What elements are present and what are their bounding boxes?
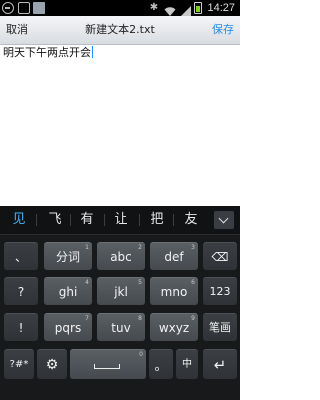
editor-text: 明天下午两点开会 [3, 46, 91, 59]
bluetooth-icon: ✱ [149, 2, 159, 13]
key-wxyz[interactable]: wxyz 9 [150, 313, 198, 341]
cancel-button[interactable]: 取消 [6, 16, 28, 44]
key-label: ↵ [213, 356, 227, 374]
key-number: 1 [85, 244, 89, 251]
key-ghi[interactable]: ghi 4 [44, 277, 92, 305]
key-number: 7 [85, 315, 89, 322]
signal-icon [180, 2, 192, 16]
candidate-word[interactable]: 有 [76, 206, 98, 234]
save-button[interactable]: 保存 [212, 16, 234, 44]
candidate-word[interactable]: 让 [110, 206, 132, 234]
key-def[interactable]: def 3 [150, 242, 198, 270]
gear-icon[interactable]: ⚙ [37, 349, 67, 379]
chevron-down-icon[interactable] [214, 211, 234, 229]
enter-icon[interactable]: ↵ [203, 349, 237, 379]
key-number: 3 [191, 244, 195, 251]
candidate-divider [173, 214, 174, 226]
key-period[interactable]: 。 [149, 349, 173, 379]
key-label: ! [18, 321, 24, 335]
candidate-divider [36, 214, 37, 226]
key-label: ⌫ [211, 250, 229, 264]
status-time: 14:27 [207, 2, 235, 14]
key-number-mode[interactable]: 123 [203, 277, 237, 305]
key-label: 、 [14, 250, 27, 264]
key-label: 。 [154, 359, 168, 374]
key-exclamation[interactable]: ! [4, 313, 38, 341]
key-number: 4 [85, 279, 89, 286]
text-caret [92, 46, 93, 58]
space-icon [94, 364, 120, 369]
key-label: 笔画 [209, 321, 231, 334]
candidate-word[interactable]: 见 [8, 206, 30, 234]
key-number: 0 [139, 351, 143, 358]
candidate-word[interactable]: 把 [146, 206, 168, 234]
key-mno[interactable]: mno 6 [150, 277, 198, 305]
key-segment[interactable]: 分词 1 [44, 242, 92, 270]
key-label: 中 [182, 359, 192, 370]
image-icon [33, 2, 45, 14]
key-question[interactable]: ? [4, 277, 38, 305]
key-tuv[interactable]: tuv 8 [97, 313, 145, 341]
key-number: 6 [191, 279, 195, 286]
notification-icon [2, 2, 14, 14]
key-abc[interactable]: abc 2 [97, 242, 145, 270]
candidate-divider [70, 214, 71, 226]
battery-icon [194, 2, 202, 14]
candidate-divider [139, 214, 140, 226]
keyboard: 、 分词 1 abc 2 def 3 ⌫ ? ghi 4 jkl 5 mno 6 123 !… [0, 235, 240, 400]
key-label: 123 [209, 285, 231, 298]
key-number: 8 [138, 315, 142, 322]
key-number: 2 [138, 244, 142, 251]
key-label: ⚙ [45, 357, 59, 373]
status-bar: ✱ 14:27 [0, 0, 240, 16]
document-title: 新建文本2.txt [85, 23, 155, 36]
key-number: 5 [138, 279, 142, 286]
key-label: ?#* [9, 359, 29, 370]
title-bar: 新建文本2.txt 取消 保存 [0, 16, 240, 45]
key-symbols[interactable]: ?#* [4, 349, 34, 379]
key-comma[interactable]: 、 [4, 242, 38, 270]
key-language-switch[interactable]: 中 [176, 349, 198, 379]
key-stroke-mode[interactable]: 笔画 [203, 313, 237, 341]
gallery-icon [18, 2, 30, 14]
candidate-bar: 见 飞 有 让 把 友 [0, 206, 240, 235]
key-jkl[interactable]: jkl 5 [97, 277, 145, 305]
key-number: 9 [191, 315, 195, 322]
wifi-icon [164, 2, 176, 16]
backspace-icon[interactable]: ⌫ [203, 242, 237, 270]
candidate-word[interactable]: 友 [180, 206, 202, 234]
key-label: ? [17, 285, 25, 299]
candidate-word[interactable]: 飞 [44, 206, 66, 234]
text-editor[interactable]: 明天下午两点开会 [0, 45, 240, 206]
key-pqrs[interactable]: pqrs 7 [44, 313, 92, 341]
candidate-divider [104, 214, 105, 226]
editor-content: 明天下午两点开会 [3, 45, 93, 61]
space-bar[interactable]: 0 [70, 349, 146, 379]
